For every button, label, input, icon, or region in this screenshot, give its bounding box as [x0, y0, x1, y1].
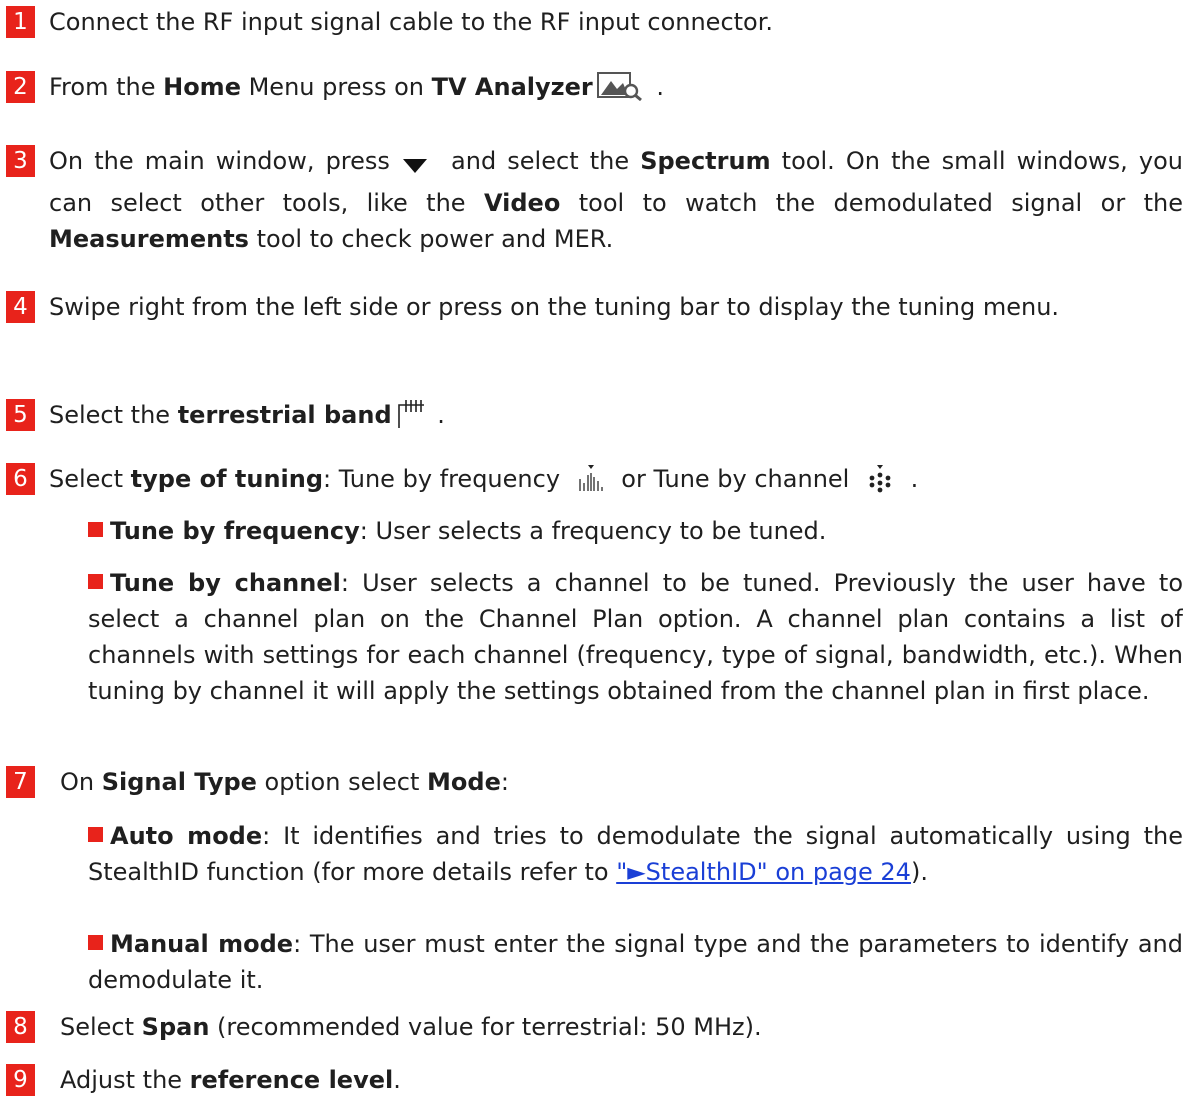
- step-number: 2: [6, 71, 35, 103]
- document-page: 1 Connect the RF input signal cable to t…: [0, 0, 1183, 1096]
- bold-span: Span: [141, 1013, 210, 1041]
- text-span: .: [393, 1066, 401, 1094]
- bullet-text: : User selects a frequency to be tuned.: [359, 517, 827, 545]
- step-text: From the Home Menu press on TV Analyzer …: [49, 69, 1183, 111]
- text-span: or Tune by channel: [613, 465, 857, 493]
- text-span: On: [60, 768, 102, 796]
- tune-by-frequency-icon: [578, 465, 604, 503]
- step-text: Select Span (recommended value for terre…: [60, 1009, 1183, 1045]
- step-text: Select the terrestrial band .: [49, 397, 1183, 439]
- step-text-span: Connect the RF input signal cable to the…: [49, 8, 774, 36]
- text-span: Menu press on: [240, 73, 432, 101]
- bullet-manual-mode: Manual mode: The user must enter the sig…: [88, 926, 1183, 998]
- step-number: 7: [6, 766, 35, 798]
- text-span: tool to check power and MER.: [248, 225, 614, 253]
- bullet-title: Tune by channel: [110, 569, 341, 597]
- text-span: .: [648, 73, 664, 101]
- bold-home: Home: [163, 73, 241, 101]
- bold-mode: Mode: [427, 768, 501, 796]
- text-span: Swipe right from the left side or press …: [49, 293, 1060, 321]
- text-span: tool to watch the demodulated signal or …: [560, 189, 1183, 217]
- bullet-title: Manual mode: [110, 930, 294, 958]
- bold-measurements: Measurements: [49, 225, 249, 253]
- text-span: option select: [256, 768, 428, 796]
- step-text: On the main window, press and select the…: [49, 143, 1183, 257]
- step-text: On Signal Type option select Mode:: [60, 764, 1183, 800]
- tv-analyzer-icon: [596, 71, 645, 111]
- bold-spectrum: Spectrum: [640, 147, 771, 175]
- text-span: .: [429, 401, 445, 429]
- bullet-auto-mode: Auto mode: It identifies and tries to de…: [88, 818, 1183, 890]
- tune-by-channel-icon: [867, 465, 893, 503]
- text-span: .: [902, 465, 919, 493]
- text-span: Select: [60, 1013, 142, 1041]
- text-span: Select the: [49, 401, 178, 429]
- step-number: 8: [6, 1011, 35, 1043]
- bold-signal-type: Signal Type: [101, 768, 257, 796]
- step-number: 4: [6, 291, 35, 323]
- text-span: and select the: [439, 147, 641, 175]
- text-span: From the: [49, 73, 164, 101]
- step-number: 9: [6, 1064, 35, 1096]
- stealthid-link[interactable]: "►StealthID" on page 24: [616, 858, 911, 886]
- terrestrial-band-icon: [396, 399, 426, 439]
- step-number: 1: [6, 6, 35, 38]
- bold-reference-level: reference level: [189, 1066, 394, 1094]
- bullet-title: Auto mode: [110, 822, 263, 850]
- bullet-square-icon: [88, 827, 103, 842]
- text-span: On the main window, press: [49, 147, 390, 175]
- step-text: Select type of tuning: Tune by frequency…: [49, 461, 1183, 503]
- bullet-square-icon: [88, 935, 103, 950]
- bullet-square-icon: [88, 574, 103, 589]
- bold-type-of-tuning: type of tuning: [130, 465, 324, 493]
- step-text: Connect the RF input signal cable to the…: [49, 4, 1183, 40]
- bold-terrestrial-band: terrestrial band: [177, 401, 392, 429]
- step-number: 6: [6, 463, 35, 495]
- bullet-tune-by-frequency: Tune by frequency: User selects a freque…: [88, 513, 1183, 549]
- text-span: (recommended value for terrestrial: 50 M…: [209, 1013, 762, 1041]
- bold-video: Video: [484, 189, 561, 217]
- bullet-square-icon: [88, 522, 103, 537]
- text-span: Select: [49, 465, 131, 493]
- dropdown-triangle-icon: [402, 149, 428, 185]
- bold-tv-analyzer: TV Analyzer: [431, 73, 593, 101]
- text-span: : Tune by frequency: [323, 465, 568, 493]
- step-text: Adjust the reference level.: [60, 1062, 1183, 1098]
- bullet-text: ).: [910, 858, 928, 886]
- step-number: 5: [6, 399, 35, 431]
- text-span: Adjust the: [60, 1066, 190, 1094]
- bullet-title: Tune by frequency: [110, 517, 360, 545]
- step-text: Swipe right from the left side or press …: [49, 289, 1183, 325]
- step-number: 3: [6, 145, 35, 177]
- bullet-tune-by-channel: Tune by channel: User selects a channel …: [88, 565, 1183, 709]
- text-span: :: [500, 768, 509, 796]
